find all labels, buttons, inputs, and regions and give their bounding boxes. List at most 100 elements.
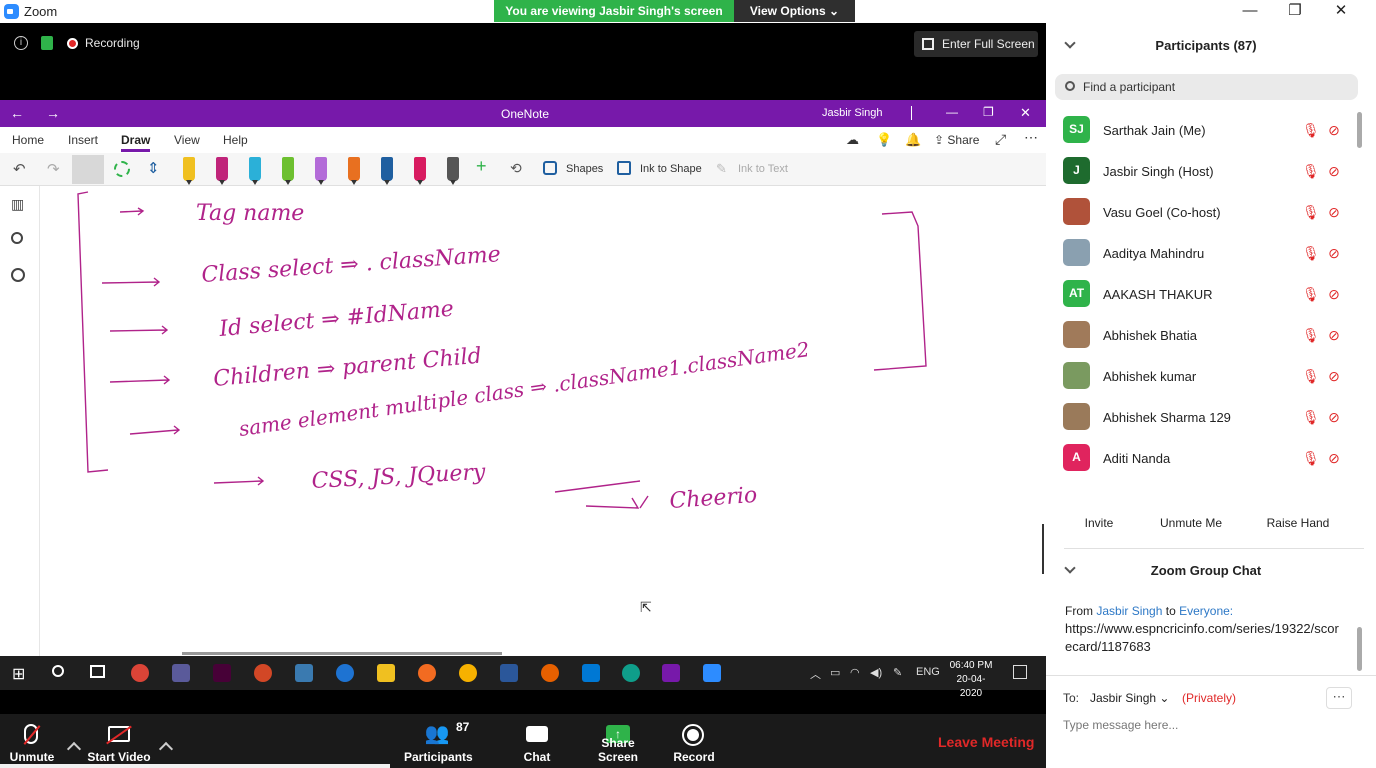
lightbulb-icon[interactable]: 💡 — [876, 132, 892, 148]
tab-view[interactable]: View — [174, 133, 200, 147]
more-icon[interactable]: ⋯ — [1024, 129, 1038, 146]
pen-1-icon[interactable] — [183, 157, 195, 185]
sync-icon[interactable]: ☁ — [846, 132, 859, 148]
notifications-icon[interactable] — [1013, 665, 1027, 679]
notebooks-icon[interactable]: ▥ — [11, 196, 24, 213]
on-restore-icon[interactable]: ❐ — [983, 105, 994, 119]
participant-row[interactable]: Abhishek Bhatia 🎙 ⊘ — [1046, 315, 1362, 356]
add-pen-icon[interactable]: + — [476, 156, 487, 177]
share-screen-button[interactable]: ↑ Share Screen — [580, 714, 656, 768]
windows-start-icon[interactable]: ⊞ — [12, 664, 25, 684]
minimize-icon[interactable]: — — [1239, 2, 1261, 20]
task-view-icon[interactable] — [90, 665, 105, 678]
pen-9-icon[interactable] — [447, 157, 459, 185]
select-tool-icon[interactable] — [72, 155, 104, 184]
lasso-icon[interactable] — [114, 161, 130, 177]
participant-row[interactable]: AT AAKASH THAKUR 🎙 ⊘ — [1046, 274, 1362, 315]
recipient-dropdown[interactable]: Jasbir Singh ⌄ — [1086, 687, 1173, 709]
pen-3-icon[interactable] — [249, 157, 261, 185]
snipping-tool-icon[interactable] — [172, 664, 190, 682]
chrome-canary-icon[interactable] — [459, 664, 477, 682]
participants-button[interactable]: 👥 87 Participants — [404, 714, 473, 768]
search-icon[interactable] — [11, 232, 23, 244]
redo-icon[interactable]: ↷ — [47, 160, 60, 178]
bell-icon[interactable]: 🔔 — [905, 132, 921, 148]
audio-options-chevron-icon[interactable] — [66, 741, 82, 757]
enter-full-screen-button[interactable]: Enter Full Screen — [914, 31, 1038, 57]
zoom-taskbar-icon[interactable] — [703, 664, 721, 682]
horizontal-scrollbar[interactable] — [182, 652, 502, 655]
firefox-icon[interactable] — [541, 664, 559, 682]
edge-icon[interactable] — [622, 664, 640, 682]
on-minimize-icon[interactable]: — — [946, 105, 958, 119]
shapes-button[interactable]: Shapes — [566, 163, 603, 175]
language-indicator[interactable]: ENG — [916, 666, 940, 678]
taskbar-clock[interactable]: 06:40 PM 20-04-2020 — [946, 659, 996, 701]
chat-button[interactable]: Chat — [512, 714, 562, 768]
raise-hand-button[interactable]: Raise Hand — [1262, 512, 1334, 534]
participant-row[interactable]: Vasu Goel (Co-host) 🎙 ⊘ — [1046, 192, 1362, 233]
find-participant-input[interactable]: Find a participant — [1055, 74, 1358, 100]
view-options-button[interactable]: View Options ⌄ — [734, 0, 855, 22]
chat-sender[interactable]: Jasbir Singh — [1096, 604, 1162, 618]
message-input[interactable]: Type message here... — [1063, 718, 1178, 732]
pen-5-icon[interactable] — [315, 157, 327, 185]
ink-to-shape-button[interactable]: Ink to Shape — [640, 163, 702, 175]
ink-replay-icon[interactable]: ⟲ — [510, 160, 522, 177]
participant-row[interactable]: SJ Sarthak Jain (Me) 🎙 ⊘ — [1046, 110, 1362, 151]
invite-button[interactable]: Invite — [1077, 512, 1121, 534]
tab-draw[interactable]: Draw — [121, 133, 151, 152]
unmute-button[interactable]: Unmute — [0, 714, 64, 768]
participant-row[interactable]: Abhishek Sharma 129 🎙 ⊘ — [1046, 397, 1362, 438]
chat-scrollbar[interactable] — [1357, 627, 1362, 671]
restore-icon[interactable]: ❐ — [1284, 2, 1306, 20]
onenote-icon[interactable] — [662, 664, 680, 682]
forward-arrow-icon[interactable]: → — [46, 105, 60, 121]
participant-row[interactable]: A Aditi Nanda 🎙 ⊘ — [1046, 438, 1362, 479]
participant-row[interactable]: Aaditya Mahindru 🎙 ⊘ — [1046, 233, 1362, 274]
word-icon[interactable] — [500, 664, 518, 682]
record-button[interactable]: Record — [672, 714, 716, 768]
participant-row[interactable]: J Jasbir Singh (Host) 🎙 ⊘ — [1046, 151, 1362, 192]
lock-icon[interactable] — [41, 36, 53, 50]
pen-4-icon[interactable] — [282, 157, 294, 185]
leave-meeting-button[interactable]: Leave Meeting — [938, 734, 1034, 750]
close-icon[interactable]: ✕ — [1330, 2, 1352, 20]
unmute-me-button[interactable]: Unmute Me — [1151, 512, 1231, 534]
start-video-button[interactable]: Start Video — [86, 714, 152, 768]
powerpoint-icon[interactable] — [254, 664, 272, 682]
pen-7-icon[interactable] — [381, 157, 393, 185]
chat-more-icon[interactable]: ⋯ — [1326, 687, 1352, 709]
undo-icon[interactable]: ↶ — [13, 160, 26, 178]
expand-icon[interactable]: ⤢ — [995, 131, 1006, 148]
ink-to-text-button[interactable]: Ink to Text — [738, 163, 788, 175]
video-options-chevron-icon[interactable] — [158, 741, 174, 757]
file-explorer-icon[interactable] — [377, 664, 395, 682]
participants-scrollbar[interactable] — [1357, 112, 1362, 148]
chat-message[interactable]: From Jasbir Singh to Everyone: https://w… — [1065, 602, 1345, 656]
taskbar-search-icon[interactable] — [52, 665, 64, 677]
on-close-icon[interactable]: ✕ — [1020, 105, 1031, 121]
info-icon[interactable]: i — [14, 36, 28, 50]
chat-message-text[interactable]: https://www.espncricinfo.com/series/1932… — [1065, 620, 1345, 656]
participant-row[interactable]: Abhishek kumar 🎙 ⊘ — [1046, 356, 1362, 397]
chrome-icon[interactable] — [131, 664, 149, 682]
add-space-icon[interactable]: ⇕ — [147, 159, 160, 177]
tab-insert[interactable]: Insert — [68, 133, 98, 147]
sublime-icon[interactable] — [418, 664, 436, 682]
pen-8-icon[interactable] — [414, 157, 426, 185]
recent-clock-icon[interactable] — [11, 268, 25, 282]
tray-chevron-icon[interactable]: ︿ — [810, 666, 821, 682]
notepad-icon[interactable] — [295, 664, 313, 682]
pen-2-icon[interactable] — [216, 157, 228, 185]
adobe-xd-icon[interactable] — [213, 664, 231, 682]
vertical-scrollbar[interactable] — [1042, 524, 1044, 574]
share-button[interactable]: ⇪ Share — [934, 133, 979, 147]
pen-6-icon[interactable] — [348, 157, 360, 185]
tab-help[interactable]: Help — [223, 133, 248, 147]
firefox-dev-icon[interactable] — [336, 664, 354, 682]
tab-home[interactable]: Home — [12, 133, 44, 147]
back-arrow-icon[interactable]: ← — [10, 105, 24, 121]
note-canvas[interactable]: Tag name Class select ⇒ . className Id s… — [40, 186, 1046, 656]
vscode-icon[interactable] — [582, 664, 600, 682]
